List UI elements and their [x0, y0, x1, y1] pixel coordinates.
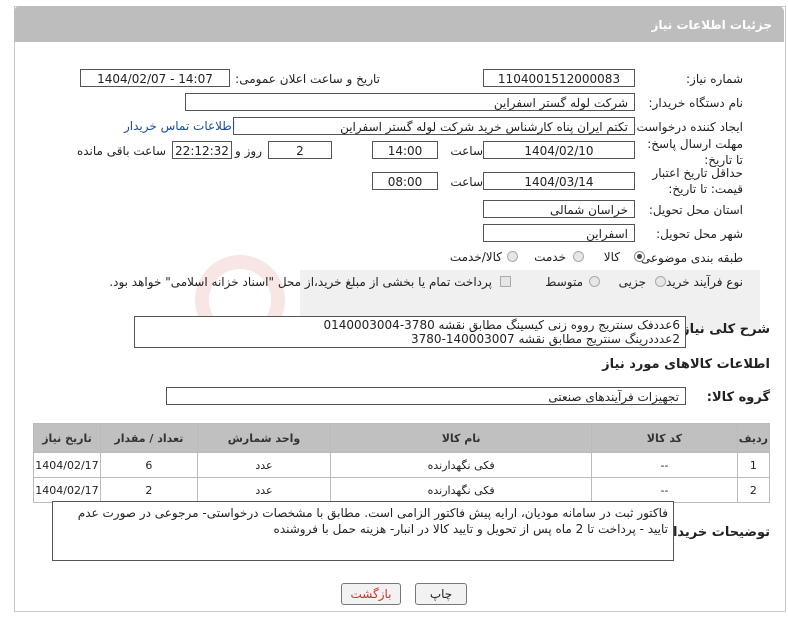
- days-word-label: روز و: [235, 144, 262, 158]
- buyer-org-label: نام دستگاه خریدار:: [648, 96, 744, 110]
- description-label: شرح کلی نیاز:: [676, 322, 770, 337]
- days-remaining-field: 2: [268, 141, 332, 159]
- category-radio-both[interactable]: [507, 251, 518, 262]
- validity-time-label: ساعت: [450, 175, 483, 189]
- category-option-goods: کالا: [603, 250, 620, 264]
- announce-datetime-field: 1404/02/07 - 14:07: [80, 69, 230, 87]
- need-number-field: 1104001512000083: [483, 69, 635, 87]
- cell-quantity: 6: [99, 452, 198, 478]
- contact-buyer-link[interactable]: اطلاعات تماس خریدار: [124, 119, 235, 133]
- remaining-time-label: ساعت باقی مانده: [76, 144, 166, 158]
- category-option-service: خدمت: [534, 250, 566, 264]
- process-radio-medium[interactable]: [589, 276, 600, 287]
- cell-row: 1: [736, 452, 771, 478]
- table-row: 1404/02/17 6 عدد فکی نگهدارنده -- 1: [33, 452, 771, 478]
- process-option-minor: جزیی: [618, 275, 646, 289]
- col-item-name: نام کالا: [330, 423, 593, 453]
- cell-item-code: --: [591, 477, 738, 503]
- goods-table: تاریخ نیاز تعداد / مقدار واحد شمارش نام …: [33, 423, 771, 503]
- cell-quantity: 2: [99, 477, 198, 503]
- description-line-2: 2عدددرینگ سنتریج مطابق نقشه 140003007-37…: [411, 332, 680, 346]
- cell-unit: عدد: [196, 477, 332, 503]
- col-unit: واحد شمارش: [196, 423, 332, 453]
- goods-section-title: اطلاعات کالاهای مورد نیاز: [602, 357, 770, 372]
- need-number-label: شماره نیاز:: [686, 72, 743, 86]
- deadline-date-field: 1404/02/10: [483, 141, 635, 159]
- buyer-org-field: شرکت لوله گستر اسفراین: [185, 93, 635, 111]
- goods-group-field: تجهیزات فرآیندهای صنعتی: [166, 387, 686, 405]
- category-option-both: کالا/خدمت: [449, 250, 502, 264]
- process-radio-minor[interactable]: [655, 276, 666, 287]
- buyer-notes-textarea[interactable]: فاکتور ثبت در سامانه مودیان، ارایه پیش ف…: [52, 501, 674, 561]
- validity-time-field: 08:00: [372, 172, 438, 190]
- description-textarea[interactable]: 6عددفک سنتریج رووه زنی کیسینگ مطابق نقشه…: [134, 316, 686, 348]
- treasury-payment-note: پرداخت تمام یا بخشی از مبلغ خرید،از محل …: [109, 275, 492, 289]
- validity-label: حداقل تاریخ اعتبار قیمت: تا تاریخ:: [652, 166, 743, 196]
- cell-need-date: 1404/02/17: [33, 477, 101, 503]
- print-button[interactable]: چاپ: [415, 583, 467, 605]
- city-label: شهر محل تحویل:: [656, 227, 743, 241]
- validity-date-field: 1404/03/14: [483, 172, 635, 190]
- category-label: طبقه بندی موضوعی:: [636, 251, 743, 265]
- remaining-time-field: 22:12:32: [172, 141, 232, 159]
- category-radio-service[interactable]: [573, 251, 584, 262]
- col-row: ردیف: [736, 423, 771, 453]
- panel-header: جزئیات اطلاعات نیاز: [14, 6, 784, 42]
- province-label: استان محل تحویل:: [648, 203, 743, 217]
- cell-item-name: فکی نگهدارنده: [330, 477, 593, 503]
- goods-group-label: گروه کالا:: [706, 390, 770, 405]
- creator-field: تکتم ایران پناه کارشناس خرید شرکت لوله گ…: [233, 117, 635, 135]
- cell-item-name: فکی نگهدارنده: [330, 452, 593, 478]
- col-need-date: تاریخ نیاز: [33, 423, 101, 453]
- cell-unit: عدد: [196, 452, 332, 478]
- city-field: اسفراین: [483, 224, 635, 242]
- treasury-payment-checkbox[interactable]: [500, 276, 511, 287]
- table-row: 1404/02/17 2 عدد فکی نگهدارنده -- 2: [33, 477, 771, 503]
- creator-label: ایجاد کننده درخواست:: [632, 120, 743, 134]
- cell-item-code: --: [591, 452, 738, 478]
- description-line-1: 6عددفک سنتریج رووه زنی کیسینگ مطابق نقشه…: [323, 318, 680, 332]
- process-label: نوع فرآیند خرید :: [658, 275, 743, 289]
- buyer-notes-label: توضیحات خریدار:: [660, 525, 770, 540]
- panel-title: جزئیات اطلاعات نیاز: [651, 18, 772, 32]
- cell-row: 2: [736, 477, 771, 503]
- province-field: خراسان شمالی: [483, 200, 635, 218]
- announce-label: تاریخ و ساعت اعلان عمومی:: [235, 72, 380, 86]
- deadline-label: مهلت ارسال پاسخ: تا تاریخ:: [647, 137, 743, 167]
- category-radio-goods[interactable]: [634, 251, 645, 262]
- deadline-time-field: 14:00: [372, 141, 438, 159]
- process-option-medium: متوسط: [545, 275, 583, 289]
- deadline-time-label: ساعت: [450, 144, 483, 158]
- col-quantity: تعداد / مقدار: [99, 423, 198, 453]
- goods-table-header: تاریخ نیاز تعداد / مقدار واحد شمارش نام …: [33, 423, 771, 453]
- cell-need-date: 1404/02/17: [33, 452, 101, 478]
- back-button[interactable]: بازگشت: [341, 583, 401, 605]
- col-item-code: کد کالا: [591, 423, 738, 453]
